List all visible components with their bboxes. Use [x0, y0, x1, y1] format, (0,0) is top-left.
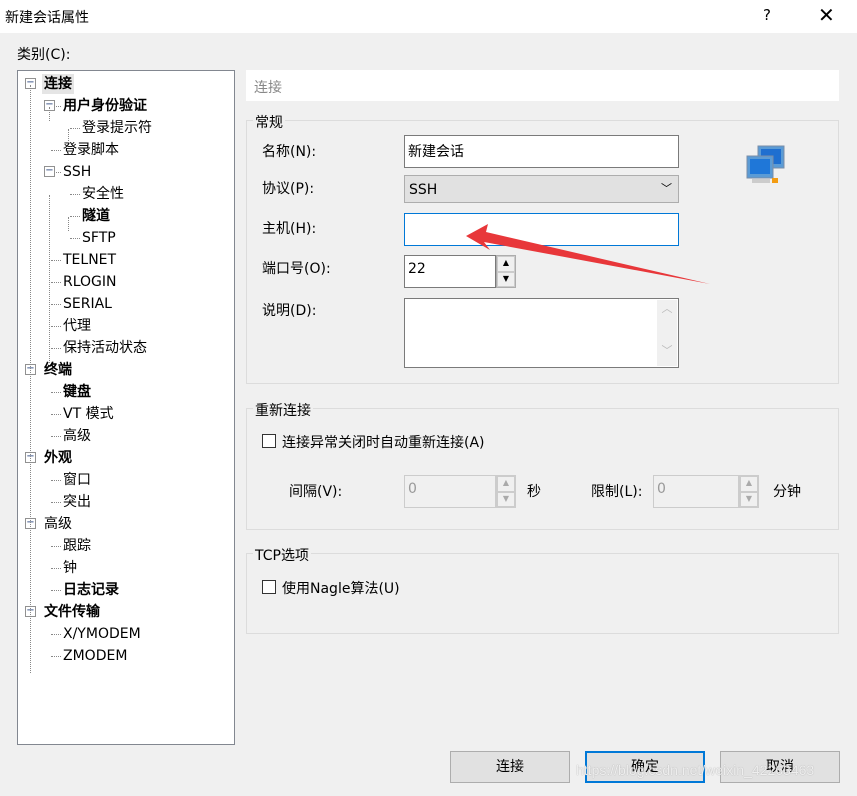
host-label: 主机(H):: [262, 221, 317, 237]
limit-label: 限制(L):: [591, 484, 643, 500]
nagle-checkbox[interactable]: [262, 580, 276, 594]
tree-item[interactable]: 代理: [63, 316, 91, 336]
tree-item[interactable]: 保持活动状态: [63, 338, 147, 358]
tree-item[interactable]: RLOGIN: [63, 272, 117, 292]
network-computers-icon: [746, 145, 785, 183]
title-bar: 新建会话属性 ? ✕: [0, 0, 857, 33]
general-group-title: 常规: [253, 112, 285, 132]
tree-connector: [51, 546, 61, 547]
tree-connector: [70, 216, 80, 217]
tree-connector: [51, 480, 61, 481]
tree-item[interactable]: SERIAL: [63, 294, 112, 314]
tree-item[interactable]: 钟: [63, 558, 77, 578]
tree-connector: [51, 282, 61, 283]
name-label: 名称(N):: [262, 144, 317, 160]
tree-item[interactable]: 跟踪: [63, 536, 91, 556]
protocol-value: SSH: [409, 182, 438, 198]
spin-up-icon[interactable]: ▲: [740, 476, 758, 492]
interval-label: 间隔(V):: [289, 484, 343, 500]
interval-input[interactable]: 0: [404, 475, 496, 508]
tree-item[interactable]: 高级: [44, 514, 72, 534]
spin-up-icon[interactable]: ▲: [497, 476, 515, 492]
tree-connector: [51, 502, 61, 503]
description-textarea[interactable]: [404, 298, 679, 368]
watermark: https://blog.csdn.net/weixin_42263463: [576, 762, 815, 778]
tree-connector: [51, 414, 61, 415]
protocol-select[interactable]: SSH ﹀: [404, 175, 679, 203]
tree-connector: [51, 568, 61, 569]
tree-item[interactable]: 登录提示符: [82, 118, 152, 138]
tree-item[interactable]: X/YMODEM: [63, 624, 141, 644]
name-input[interactable]: 新建会话: [404, 135, 679, 168]
tree-connector: [70, 238, 80, 239]
protocol-label: 协议(P):: [262, 181, 315, 197]
spin-down-icon[interactable]: ▼: [497, 491, 515, 507]
tree-connector: [51, 436, 61, 437]
tree-item[interactable]: 隧道: [82, 206, 110, 226]
limit-spinner[interactable]: ▲ ▼: [739, 475, 759, 508]
tcp-group-title: TCP选项: [253, 545, 311, 565]
limit-unit: 分钟: [773, 484, 801, 500]
auto-reconnect-checkbox[interactable]: [262, 434, 276, 448]
nagle-label: 使用Nagle算法(U): [282, 581, 400, 597]
tree-connector: [51, 150, 61, 151]
tree-item[interactable]: 外观: [44, 448, 72, 468]
tree-item[interactable]: ZMODEM: [63, 646, 127, 666]
red-arrow-annotation: [466, 224, 710, 284]
port-label: 端口号(O):: [262, 261, 331, 277]
tree-connector: [68, 217, 69, 231]
category-tree[interactable]: − 连接 − 用户身份验证 登录提示符 登录脚本 − SSH 安全性 隧道 SFTP TELNET RL…: [17, 70, 235, 745]
tree-item[interactable]: VT 模式: [63, 404, 114, 424]
tree-item[interactable]: 窗口: [63, 470, 91, 490]
tree-connector: [70, 194, 80, 195]
reconnect-group: [246, 408, 839, 530]
tree-item[interactable]: 高级: [63, 426, 91, 446]
tree-connector: [51, 634, 61, 635]
tree-item[interactable]: SFTP: [82, 228, 116, 248]
chevron-down-icon: ﹀: [661, 182, 672, 195]
category-label: 类别(C):: [17, 47, 71, 63]
spin-down-icon[interactable]: ▼: [740, 491, 758, 507]
tree-item[interactable]: 日志记录: [63, 580, 119, 600]
interval-spinner[interactable]: ▲ ▼: [496, 475, 516, 508]
panel-header: 连接: [246, 70, 839, 101]
tree-connector: [68, 129, 69, 143]
window-title: 新建会话属性: [5, 10, 89, 26]
tree-connector: [30, 85, 31, 673]
tree-connector: [51, 326, 61, 327]
description-label: 说明(D):: [262, 303, 317, 319]
interval-unit: 秒: [527, 484, 541, 500]
tree-connector: [51, 590, 61, 591]
tree-connector: [49, 195, 50, 363]
tree-connector: [51, 348, 61, 349]
help-button[interactable]: ?: [763, 6, 771, 24]
collapse-icon[interactable]: −: [44, 166, 55, 177]
tree-item[interactable]: 连接: [42, 74, 74, 94]
tree-connector: [51, 656, 61, 657]
tree-item[interactable]: SSH: [63, 162, 91, 182]
tree-connector: [70, 128, 80, 129]
tree-connector: [51, 304, 61, 305]
tree-connector: [51, 260, 61, 261]
tree-connector: [49, 107, 50, 121]
tree-item[interactable]: 键盘: [63, 382, 91, 402]
tree-item[interactable]: 文件传输: [44, 602, 100, 622]
close-button[interactable]: ✕: [818, 3, 835, 27]
reconnect-group-title: 重新连接: [253, 400, 313, 420]
tree-item[interactable]: TELNET: [63, 250, 116, 270]
limit-input[interactable]: 0: [653, 475, 739, 508]
connect-button[interactable]: 连接: [450, 751, 570, 783]
tree-item[interactable]: 安全性: [82, 184, 124, 204]
tree-item[interactable]: 用户身份验证: [63, 96, 147, 116]
tree-item[interactable]: 登录脚本: [63, 140, 119, 160]
tree-connector: [51, 392, 61, 393]
tree-item[interactable]: 终端: [44, 360, 72, 380]
description-scrollbar[interactable]: ︿ ﹀: [657, 300, 677, 366]
tree-item[interactable]: 突出: [63, 492, 91, 512]
auto-reconnect-label: 连接异常关闭时自动重新连接(A): [282, 435, 485, 451]
